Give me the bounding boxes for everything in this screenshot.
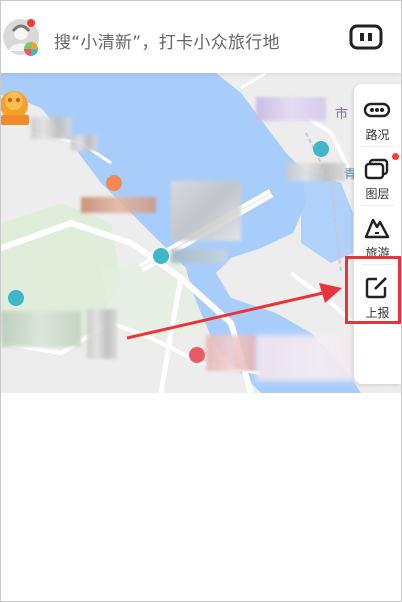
layers-badge	[392, 153, 399, 160]
traffic-label: 路况	[365, 128, 390, 142]
map-view[interactable]: 市 青	[1, 73, 401, 393]
pinwheel-icon	[24, 42, 38, 56]
map-toolbar: 路况 图层 旅游 上报	[354, 84, 401, 384]
scan-icon	[349, 24, 383, 50]
traffic-button[interactable]: 路况	[354, 88, 401, 146]
blurred-label	[71, 135, 97, 151]
blurred-label	[81, 197, 156, 213]
blurred-label	[286, 163, 346, 181]
layers-label: 图层	[365, 187, 390, 201]
blurred-label	[256, 97, 326, 121]
blurred-label	[87, 309, 117, 359]
search-bar[interactable]: 搜“小清新”，打卡小众旅行地	[1, 1, 401, 73]
blurred-label	[1, 311, 81, 347]
layers-icon	[364, 158, 389, 180]
layers-button[interactable]: 图层	[354, 147, 401, 205]
app-frame: 市 青 搜“小清新”，打卡小众旅行地 路况 图层 旅游 上报	[0, 0, 402, 602]
report-highlight-box	[345, 256, 401, 324]
blurred-label	[31, 117, 71, 139]
blurred-label	[171, 249, 227, 263]
blurred-label	[206, 335, 256, 371]
map-label-city: 市	[335, 107, 349, 122]
notification-badge	[27, 19, 35, 27]
traffic-icon	[363, 102, 391, 118]
search-input[interactable]: 搜“小清新”，打卡小众旅行地	[54, 28, 280, 53]
blurred-label	[171, 181, 241, 241]
tourism-icon	[364, 218, 390, 239]
scan-button[interactable]	[349, 24, 383, 50]
